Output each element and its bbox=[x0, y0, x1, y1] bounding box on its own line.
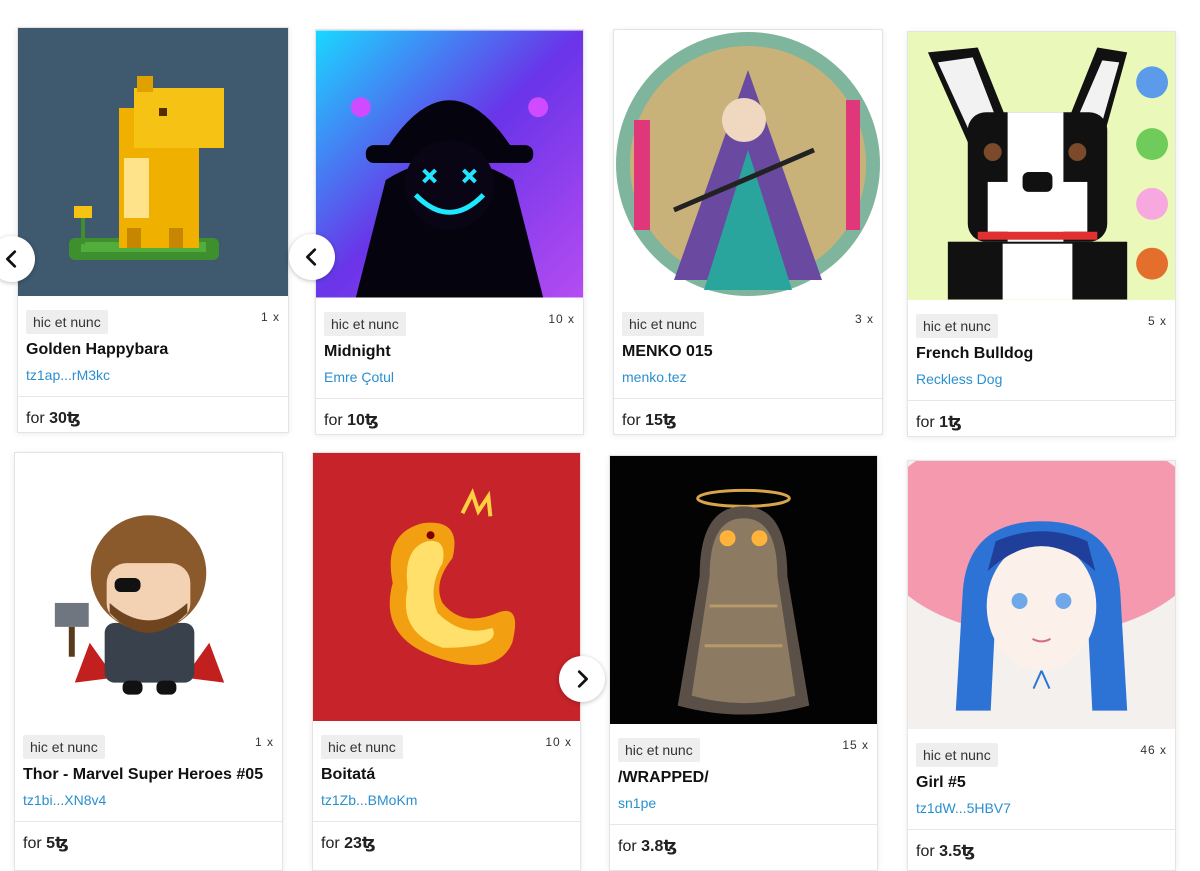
artwork-title[interactable]: Thor - Marvel Super Heroes #05 bbox=[23, 766, 263, 784]
artwork-title[interactable]: Golden Happybara bbox=[26, 341, 168, 359]
marketplace-badge: hic et nunc bbox=[618, 738, 700, 762]
nft-card[interactable]: hic et nunc 15 x /WRAPPED/ sn1pe for 3.8… bbox=[609, 455, 878, 871]
price: for 15ꜩ bbox=[622, 412, 677, 429]
edition-count: 46 x bbox=[1140, 743, 1167, 757]
divider bbox=[18, 396, 288, 397]
chevron-left-icon bbox=[6, 250, 17, 268]
nft-card[interactable]: hic et nunc 5 x French Bulldog Reckless … bbox=[907, 31, 1176, 437]
divider bbox=[908, 400, 1175, 401]
creator-link[interactable]: menko.tez bbox=[622, 369, 687, 385]
price-value: 30 bbox=[49, 410, 67, 427]
tez-currency-icon: ꜩ bbox=[961, 843, 976, 860]
marketplace-badge: hic et nunc bbox=[321, 735, 403, 759]
nft-card[interactable]: hic et nunc 46 x Girl #5 tz1dW...5HBV7 f… bbox=[907, 460, 1176, 871]
hooded-figure-neon-art-icon bbox=[316, 30, 583, 298]
price: for 23ꜩ bbox=[321, 835, 376, 852]
price: for 30ꜩ bbox=[26, 410, 81, 427]
nft-card[interactable]: hic et nunc 10 x Midnight Emre Çotul for… bbox=[315, 29, 584, 435]
price-value: 5 bbox=[46, 835, 56, 852]
artwork-title[interactable]: MENKO 015 bbox=[622, 343, 713, 361]
samurai-circle-art-icon bbox=[614, 30, 882, 298]
creator-link[interactable]: tz1bi...XN8v4 bbox=[23, 792, 106, 808]
creator-link[interactable]: Emre Çotul bbox=[324, 369, 394, 385]
creator-link[interactable]: Reckless Dog bbox=[916, 371, 1002, 387]
price-value: 1 bbox=[939, 414, 949, 431]
artwork-image[interactable] bbox=[316, 30, 583, 298]
price: for 10ꜩ bbox=[324, 412, 379, 429]
creator-link[interactable]: tz1Zb...BMoKm bbox=[321, 792, 417, 808]
artwork-image[interactable] bbox=[18, 28, 288, 296]
fire-serpent-art-icon bbox=[313, 453, 580, 721]
marketplace-badge: hic et nunc bbox=[622, 312, 704, 336]
edition-count: 3 x bbox=[854, 312, 874, 326]
edition-count: 5 x bbox=[1147, 314, 1167, 328]
edition-count: 1 x bbox=[260, 310, 280, 324]
creator-link[interactable]: sn1pe bbox=[618, 795, 656, 811]
ghost-halo-art-icon bbox=[610, 456, 877, 724]
artwork-title[interactable]: /WRAPPED/ bbox=[618, 769, 709, 787]
artwork-title[interactable]: Boitatá bbox=[321, 766, 375, 784]
marketplace-badge: hic et nunc bbox=[916, 743, 998, 767]
carousel-prev-button[interactable] bbox=[289, 234, 335, 280]
edition-count: 10 x bbox=[548, 312, 575, 326]
creator-link[interactable]: tz1ap...rM3kc bbox=[26, 367, 110, 383]
marketplace-badge: hic et nunc bbox=[23, 735, 105, 759]
capybara-pixel-art-icon bbox=[19, 28, 287, 296]
tez-currency-icon: ꜩ bbox=[948, 414, 962, 431]
tez-currency-icon: ꜩ bbox=[662, 412, 677, 429]
nft-card[interactable]: hic et nunc 10 x Boitatá tz1Zb...BMoKm f… bbox=[312, 452, 581, 871]
divider bbox=[614, 398, 882, 399]
price-value: 10 bbox=[347, 412, 365, 429]
artwork-image[interactable] bbox=[908, 32, 1175, 300]
thor-chibi-art-icon bbox=[15, 453, 282, 721]
price-value: 3.8 bbox=[641, 838, 664, 855]
price: for 5ꜩ bbox=[23, 835, 69, 852]
divider bbox=[316, 398, 583, 399]
girl-pink-hat-art-icon bbox=[908, 461, 1175, 729]
tez-currency-icon: ꜩ bbox=[66, 410, 81, 427]
tez-currency-icon: ꜩ bbox=[361, 835, 376, 852]
price: for 1ꜩ bbox=[916, 414, 962, 431]
price: for 3.5ꜩ bbox=[916, 843, 976, 860]
artwork-image[interactable] bbox=[614, 30, 882, 298]
divider bbox=[313, 821, 580, 822]
divider bbox=[908, 829, 1175, 830]
tez-currency-icon: ꜩ bbox=[663, 838, 678, 855]
tez-currency-icon: ꜩ bbox=[364, 412, 379, 429]
bulldog-pixel-art-icon bbox=[908, 32, 1175, 300]
artwork-title[interactable]: Midnight bbox=[324, 343, 391, 361]
nft-card[interactable]: hic et nunc 3 x MENKO 015 menko.tez for … bbox=[613, 29, 883, 435]
nft-card[interactable]: hic et nunc 1 x Thor - Marvel Super Hero… bbox=[14, 452, 283, 871]
divider bbox=[610, 824, 877, 825]
price-value: 15 bbox=[645, 412, 663, 429]
divider bbox=[15, 821, 282, 822]
edition-count: 15 x bbox=[842, 738, 869, 752]
nft-card[interactable]: hic et nunc 1 x Golden Happybara tz1ap..… bbox=[17, 27, 289, 433]
price-value: 23 bbox=[344, 835, 362, 852]
marketplace-badge: hic et nunc bbox=[26, 310, 108, 334]
artwork-image[interactable] bbox=[610, 456, 877, 724]
artwork-image[interactable] bbox=[15, 453, 282, 721]
marketplace-badge: hic et nunc bbox=[916, 314, 998, 338]
price: for 3.8ꜩ bbox=[618, 838, 678, 855]
creator-link[interactable]: tz1dW...5HBV7 bbox=[916, 800, 1011, 816]
tez-currency-icon: ꜩ bbox=[55, 835, 69, 852]
edition-count: 1 x bbox=[254, 735, 274, 749]
artwork-title[interactable]: Girl #5 bbox=[916, 774, 966, 792]
price-value: 3.5 bbox=[939, 843, 962, 860]
artwork-image[interactable] bbox=[313, 453, 580, 721]
edition-count: 10 x bbox=[545, 735, 572, 749]
carousel-next-button[interactable] bbox=[559, 656, 605, 702]
artwork-title[interactable]: French Bulldog bbox=[916, 345, 1033, 363]
artwork-image[interactable] bbox=[908, 461, 1175, 729]
chevron-right-icon bbox=[577, 670, 588, 688]
chevron-left-icon bbox=[306, 248, 317, 266]
marketplace-badge: hic et nunc bbox=[324, 312, 406, 336]
